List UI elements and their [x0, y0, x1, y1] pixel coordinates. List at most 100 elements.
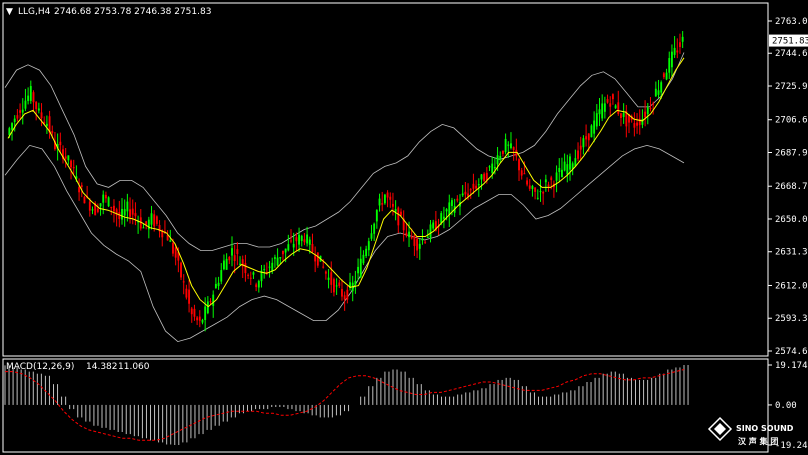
candle-body: [80, 185, 83, 187]
macd-tick-label: 19.174: [775, 361, 808, 371]
candle-body: [488, 166, 491, 168]
price-tick-label: 2706.65: [775, 116, 808, 126]
candle-body: [499, 155, 502, 160]
price-tick-label: 2763.00: [775, 17, 808, 27]
candle-body: [595, 113, 598, 127]
ohlc-values: 2746.68 2753.78 2746.38 2751.83: [54, 7, 211, 17]
candle-body: [239, 263, 241, 265]
candle-body: [247, 274, 250, 276]
candle-body: [493, 166, 496, 169]
candle-body: [244, 263, 247, 274]
candle-body: [620, 113, 622, 118]
candle-body: [287, 244, 290, 251]
candle-body: [126, 201, 129, 212]
candle-body: [225, 258, 228, 270]
candle-body: [276, 257, 279, 266]
candle-body: [198, 316, 201, 321]
candle-body: [13, 118, 16, 122]
last-price-label: 2751.83: [772, 37, 808, 47]
candle-body: [614, 105, 617, 109]
candle-body: [389, 196, 392, 200]
candle-body: [397, 207, 400, 226]
price-tick-label: 2744.60: [775, 49, 808, 59]
candle-body: [394, 209, 397, 212]
candle-body: [255, 284, 258, 288]
candle-body: [603, 103, 606, 112]
candle-body: [365, 248, 368, 256]
candle-body: [212, 294, 215, 306]
symbol-timeframe: LLG,H4: [18, 7, 51, 17]
candle-body: [378, 198, 381, 206]
candle-body: [429, 224, 432, 238]
candle-body: [569, 156, 571, 170]
candle-body: [295, 237, 298, 242]
candle-body: [338, 282, 341, 286]
candle-body: [233, 255, 236, 261]
candle-body: [70, 160, 72, 168]
candle-body: [496, 155, 499, 165]
candle-body: [654, 88, 657, 97]
candle-body: [40, 112, 43, 119]
candle-body: [531, 185, 534, 189]
candle-body: [566, 164, 569, 175]
logo-cjk-text: 汉 声 集 团: [738, 436, 778, 446]
candle-body: [421, 238, 424, 241]
candle-body: [35, 101, 38, 109]
candle-body: [121, 208, 123, 220]
candle-body: [341, 288, 343, 297]
candle-body: [416, 238, 419, 251]
candle-body: [96, 208, 99, 212]
macd-label: MACD(12,26,9): [6, 362, 74, 372]
candle-body: [475, 185, 478, 189]
menu-dropdown-icon[interactable]: ▼: [6, 7, 13, 17]
candle-body: [252, 272, 255, 275]
candle-body: [491, 163, 494, 173]
candle-body: [418, 243, 421, 249]
candle-body: [123, 209, 126, 216]
candle-body: [451, 200, 453, 206]
candle-body: [306, 234, 309, 244]
candle-body: [188, 289, 191, 304]
candle-body: [367, 241, 370, 251]
candle-body: [386, 192, 389, 198]
candle-body: [32, 92, 35, 103]
candle-body: [590, 125, 593, 138]
candle-body: [150, 213, 153, 225]
candle-body: [273, 257, 276, 259]
candle-body: [155, 216, 158, 224]
price-tick-label: 2593.35: [775, 314, 808, 324]
candle-body: [445, 209, 448, 212]
price-tick-label: 2687.95: [775, 148, 808, 158]
candle-body: [268, 266, 271, 268]
trading-chart-window[interactable]: 2763.00 2744.60 2725.90 2706.65 2687.95 2668.…: [0, 0, 808, 455]
candle-body: [308, 239, 311, 245]
candle-body: [676, 50, 679, 53]
candle-body: [611, 94, 614, 100]
candle-body: [373, 223, 376, 234]
candle-body: [542, 191, 545, 194]
candle-body: [51, 131, 54, 134]
candle-body: [646, 107, 649, 115]
candle-body: [303, 239, 306, 243]
candle-body: [223, 260, 225, 270]
candle-body: [504, 138, 507, 153]
candle-body: [180, 262, 182, 278]
candle-body: [477, 184, 480, 186]
candle-body: [681, 36, 684, 42]
candle-body: [282, 250, 284, 255]
candle-body: [679, 42, 681, 47]
candle-body: [456, 198, 459, 201]
candle-body: [72, 167, 75, 169]
candle-body: [528, 185, 531, 189]
candle-body: [182, 281, 185, 283]
candle-body: [523, 173, 526, 175]
candle-body: [169, 240, 172, 242]
candle-body: [472, 183, 475, 189]
candle-body: [512, 147, 515, 150]
candle-body: [292, 243, 295, 248]
candle-body: [547, 184, 550, 187]
candle-body: [408, 231, 410, 238]
candle-body: [480, 174, 483, 180]
candle-body: [432, 222, 435, 229]
price-tick-label: 2725.90: [775, 82, 808, 92]
